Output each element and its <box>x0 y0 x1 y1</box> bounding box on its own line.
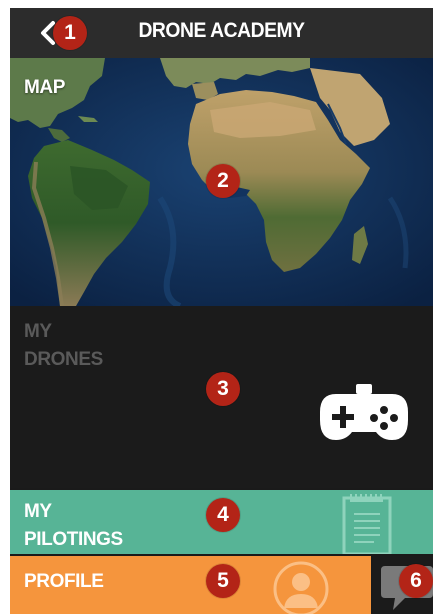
marker-2: 2 <box>206 164 240 198</box>
my-pilotings-label: MY PILOTINGS <box>24 498 184 554</box>
marker-4: 4 <box>206 498 240 532</box>
my-pilotings-label-line1: MY <box>24 501 52 522</box>
my-drones-label-line1: MY <box>24 321 52 342</box>
my-pilotings-label-line2: PILOTINGS <box>24 529 123 550</box>
marker-3: 3 <box>206 372 240 406</box>
marker-5: 5 <box>206 564 240 598</box>
map-label: MAP <box>24 77 66 98</box>
profile-label: PROFILE <box>24 571 104 592</box>
gamepad-icon <box>320 384 408 440</box>
marker-6: 6 <box>399 564 433 598</box>
notepad-icon <box>342 494 392 554</box>
user-avatar-icon <box>273 561 329 614</box>
marker-1: 1 <box>53 16 87 50</box>
my-drones-label-line2: DRONES <box>24 349 103 370</box>
my-drones-label: MY DRONES <box>24 318 144 374</box>
profile-tile[interactable]: PROFILE <box>10 556 371 614</box>
